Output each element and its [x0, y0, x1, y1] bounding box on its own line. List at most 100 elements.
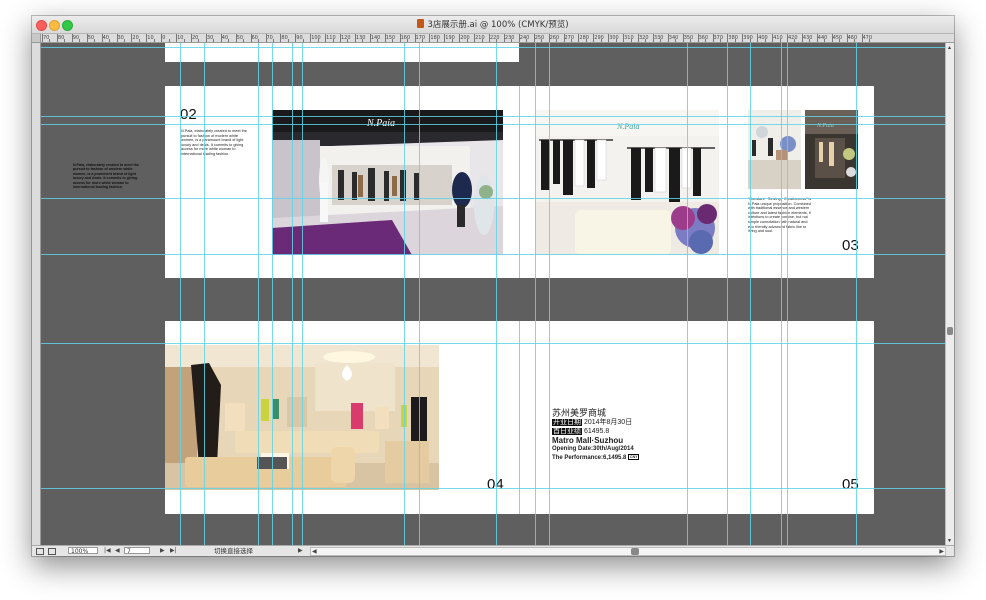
- first-artboard-button[interactable]: |◀: [104, 546, 111, 556]
- spread-fold-line-2: [519, 321, 520, 514]
- ruler-tick-minor: [94, 39, 96, 42]
- vertical-guide[interactable]: [404, 43, 405, 546]
- ruler-tick: [369, 34, 371, 42]
- ruler-tick-minor: [168, 39, 170, 42]
- vertical-guide[interactable]: [549, 43, 550, 546]
- ruler-tick: [816, 34, 818, 42]
- horizontal-ruler[interactable]: 70 80 90 50 40 30 20 10 0 10 20 30 40 50 60 70 80 90 100 11…: [40, 34, 954, 43]
- ruler-tick-minor: [615, 39, 617, 42]
- artboard-number-field[interactable]: 7: [124, 547, 150, 555]
- ruler-tick-label: 330: [653, 35, 664, 41]
- vertical-guide[interactable]: [750, 43, 751, 546]
- display-detail-photo-right[interactable]: N.Paia: [805, 110, 858, 189]
- ruler-tick-label: 20: [132, 35, 139, 41]
- ruler-tick-minor: [779, 39, 781, 42]
- ruler-tick-label: 40: [221, 35, 229, 41]
- clothing-rack-photo[interactable]: N.Paia: [535, 110, 719, 255]
- vertical-guide[interactable]: [781, 43, 782, 546]
- horizontal-scroll-thumb[interactable]: [631, 548, 639, 555]
- ruler-tick-minor: [556, 39, 558, 42]
- ruler-tick-minor: [630, 39, 632, 42]
- store-name-en: Matro Mall·Suzhou: [552, 436, 624, 445]
- vertical-guide[interactable]: [727, 43, 728, 546]
- ruler-tick-label: 250: [534, 35, 545, 41]
- last-artboard-button[interactable]: ▶|: [170, 546, 177, 556]
- ruler-tick-label: 90: [72, 35, 80, 41]
- ruler-tick-minor: [749, 39, 751, 42]
- ruler-tick: [220, 34, 222, 42]
- ruler-tick-minor: [228, 39, 230, 42]
- vertical-guide[interactable]: [535, 43, 536, 546]
- ruler-tick-label: 40: [102, 35, 109, 41]
- page-02-body-text: N.Paia, elaborately created to meet the …: [181, 129, 247, 156]
- horizontal-guide[interactable]: [41, 198, 946, 199]
- ruler-tick-minor: [645, 39, 647, 42]
- store-front-photo[interactable]: N.Paia: [272, 110, 503, 255]
- artboard-top-partial[interactable]: [165, 43, 519, 62]
- triangle-up-icon[interactable]: ▲: [947, 45, 952, 51]
- vertical-guide[interactable]: [787, 43, 788, 546]
- vertical-ruler[interactable]: [32, 34, 41, 546]
- ruler-tick-minor: [109, 39, 111, 42]
- ruler-tick-minor: [123, 39, 125, 42]
- ruler-origin[interactable]: [32, 34, 41, 43]
- ruler-tick-minor: [272, 39, 274, 42]
- ruler-tick-label: 100: [311, 35, 321, 41]
- share-icon[interactable]: [48, 548, 56, 555]
- offcanvas-note: N.Paia, elaborately created to meet the …: [73, 163, 139, 190]
- ruler-tick-label: 300: [609, 35, 619, 41]
- ruler-tick: [474, 34, 476, 42]
- current-tool-status[interactable]: 切换直接选择: [214, 546, 304, 556]
- ruler-tick: [131, 34, 133, 42]
- ruler-tick-minor: [213, 39, 215, 42]
- ruler-tick: [146, 34, 148, 42]
- triangle-down-icon[interactable]: ▼: [947, 538, 952, 544]
- vertical-guide[interactable]: [419, 43, 420, 546]
- horizontal-guide[interactable]: [41, 116, 946, 117]
- artboard-icon[interactable]: [36, 548, 44, 555]
- ruler-tick-minor: [839, 39, 841, 42]
- scroll-left-icon[interactable]: ◀: [312, 548, 317, 555]
- ruler-tick-minor: [705, 39, 707, 42]
- vertical-guide[interactable]: [204, 43, 205, 546]
- ruler-tick-minor: [451, 39, 453, 42]
- vertical-scrollbar[interactable]: ▲ ▼: [945, 43, 954, 546]
- horizontal-guide[interactable]: [41, 124, 946, 125]
- ruler-tick-minor: [183, 39, 185, 42]
- vertical-guide[interactable]: [258, 43, 259, 546]
- horizontal-guide[interactable]: [41, 254, 946, 255]
- vertical-guide[interactable]: [496, 43, 497, 546]
- scroll-right-icon[interactable]: ▶: [939, 548, 944, 555]
- vertical-guide[interactable]: [180, 43, 181, 546]
- ruler-tick-label: 380: [728, 35, 738, 41]
- vertical-guide[interactable]: [302, 43, 303, 546]
- artboard-canvas[interactable]: 02 N.Paia, elaborately created to meet t…: [41, 43, 946, 546]
- display-detail-photo-left[interactable]: [748, 110, 801, 189]
- illustrator-window: 3店展示册.ai @ 100% (CMYK/预览) 70 80 90 50 40 30 20…: [32, 16, 954, 556]
- vertical-guide[interactable]: [292, 43, 293, 546]
- zoom-level-field[interactable]: 100%: [68, 547, 98, 555]
- horizontal-guide[interactable]: [41, 47, 946, 48]
- vertical-guide[interactable]: [856, 43, 857, 546]
- vertical-guide[interactable]: [687, 43, 688, 546]
- ruler-tick-label: 20: [192, 35, 199, 41]
- currency-badge: CNY: [628, 453, 640, 460]
- status-menu-arrow[interactable]: ▶: [298, 546, 303, 556]
- ruler-tick-minor: [49, 39, 51, 42]
- ruler-tick-minor: [764, 39, 766, 42]
- ruler-tick-label: 340: [668, 35, 679, 41]
- horizontal-guide[interactable]: [41, 343, 946, 344]
- ruler-tick-minor: [585, 39, 587, 42]
- next-artboard-button[interactable]: ▶: [160, 546, 165, 556]
- performance-en-row: The Performance:6,1495.8 CNY: [552, 453, 662, 463]
- ruler-tick: [667, 34, 669, 42]
- previous-artboard-button[interactable]: ◀: [115, 546, 120, 556]
- vertical-guide[interactable]: [272, 43, 273, 546]
- horizontal-scrollbar[interactable]: ◀ ▶: [310, 547, 946, 556]
- ruler-tick-label: 220: [490, 35, 500, 41]
- ruler-tick-minor: [153, 39, 155, 42]
- ruler-tick-minor: [675, 39, 677, 42]
- horizontal-guide[interactable]: [41, 488, 946, 489]
- performance-cn-row: 首日业绩 61495.8: [552, 427, 662, 436]
- vertical-scroll-thumb[interactable]: [947, 327, 953, 335]
